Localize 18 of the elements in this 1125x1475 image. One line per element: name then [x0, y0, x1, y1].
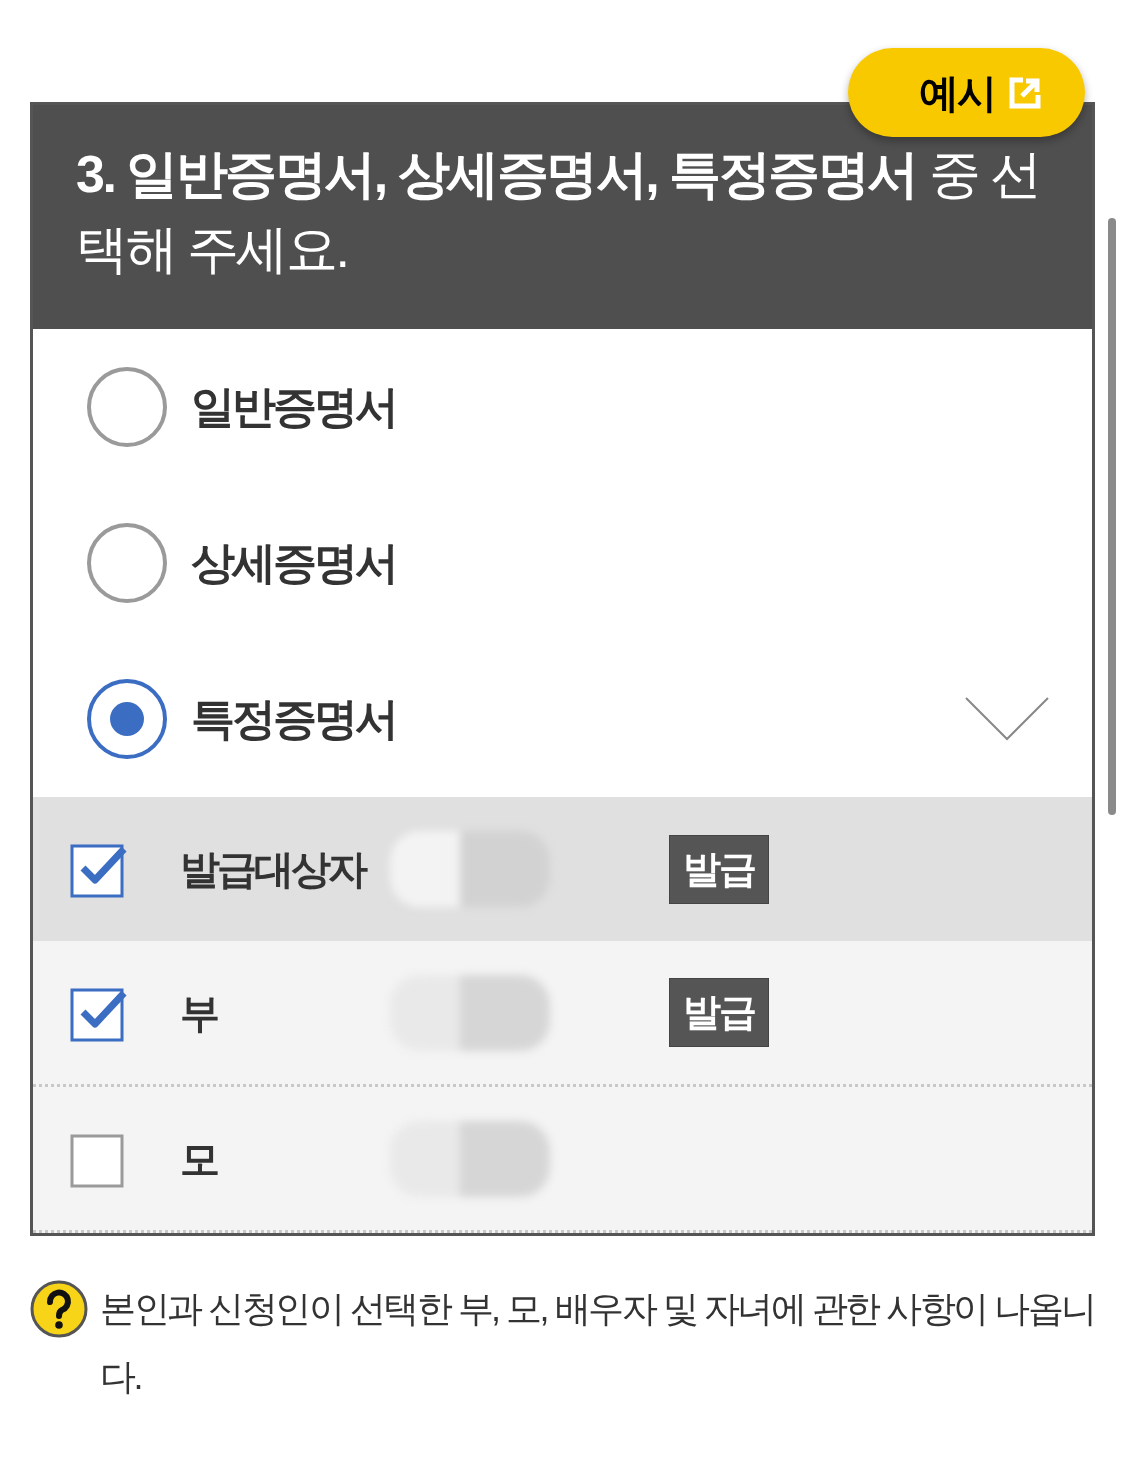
radio-button[interactable] [86, 678, 168, 760]
person-label: 부 [180, 989, 219, 1037]
question-title: 3. 일반증명서, 상세증명서, 특정증명서 중 선택해 주세요. [76, 144, 1041, 280]
option-label: 상세증명서 [191, 537, 396, 589]
option-label: 특정증명서 [191, 693, 396, 745]
person-label: 발급대상자 [180, 846, 367, 893]
issue-button[interactable]: 발급 [669, 978, 769, 1047]
help-icon [30, 1280, 88, 1338]
person-label: 모 [180, 1135, 219, 1183]
scrollbar-thumb[interactable] [1108, 218, 1116, 815]
option-label: 일반증명서 [191, 381, 396, 433]
radio-button[interactable] [86, 366, 168, 448]
radio-button[interactable] [86, 522, 168, 604]
help-text: 본인과 신청인이 선택한 부, 모, 배우자 및 자녀에 관한 사항이 나옵니다. [100, 1287, 1096, 1399]
chevron-down-icon[interactable] [965, 697, 1049, 741]
external-link-icon [1009, 76, 1041, 109]
example-button[interactable]: 예시 [848, 48, 1085, 137]
issue-button[interactable]: 발급 [669, 834, 769, 904]
